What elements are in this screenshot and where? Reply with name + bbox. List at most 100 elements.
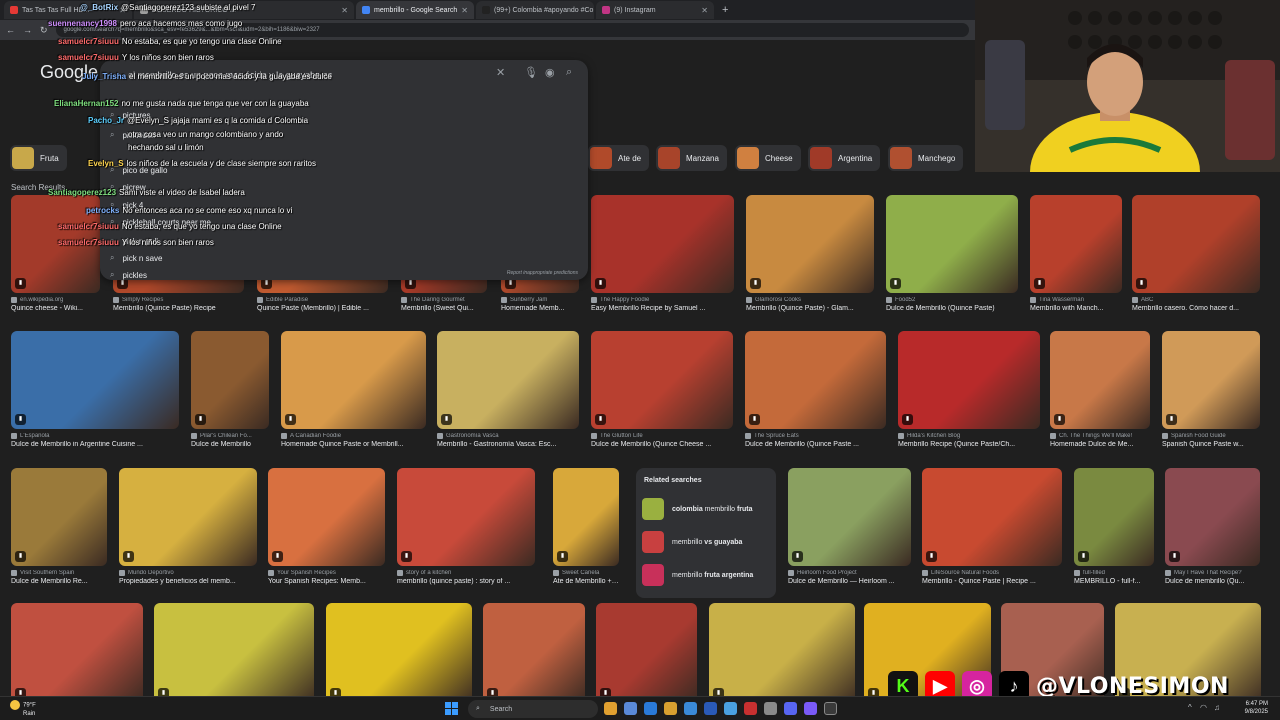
result-title[interactable]: Membrillo (Quince Paste) Recipe (113, 305, 244, 312)
reload-icon[interactable]: ↻ (40, 25, 48, 36)
image-result[interactable]: ▮ Gastronomía Vasca Membrillo - Gastronomí… (437, 331, 579, 448)
result-title[interactable]: Propiedades y beneficios del memb... (119, 578, 257, 585)
camera-icon[interactable]: ◉ (545, 66, 555, 79)
image-result[interactable]: ▮ Sweet Canela Ate de Membrillo + ... (553, 468, 619, 585)
result-thumbnail[interactable]: ▮ (898, 331, 1040, 429)
related-search-item[interactable]: membrillo fruta argentina (642, 564, 753, 586)
result-thumbnail[interactable]: ▮ (1050, 331, 1150, 429)
image-result[interactable]: ▮ A Canadian Foodie Homemade Quince Paste … (281, 331, 426, 448)
result-thumbnail[interactable]: ▮ (11, 603, 143, 696)
image-result[interactable]: ▮ full-filled MEMBRILLO - full-f... (1074, 468, 1154, 585)
image-result[interactable]: ▮ LifeSource Natural Foods Membrillo - Qui… (922, 468, 1062, 585)
image-result[interactable]: ▮ (11, 603, 143, 696)
image-result[interactable]: ▮ May I Have That Recipe? Dulce de membril… (1165, 468, 1260, 585)
result-title[interactable]: Homemade Quince Paste or Membrill... (281, 441, 426, 448)
image-result[interactable]: ▮ Hilda's Kitchen Blog Membrillo Recipe (Q… (898, 331, 1040, 448)
browser-tab[interactable]: membrillo - Google Search ✕ (356, 1, 474, 19)
search-icon[interactable]: ⌕ (566, 66, 572, 79)
new-tab-button[interactable]: + (716, 4, 734, 16)
image-result[interactable]: ▮ Your Spanish Recipes Your Spanish Recipe… (268, 468, 385, 585)
image-result[interactable]: ▮ Visit Southern Spain Dulce de Membrillo … (11, 468, 107, 585)
microphone-icon[interactable]: 🎙 (524, 66, 538, 79)
filter-chip[interactable]: Manzana (656, 145, 727, 171)
result-title[interactable]: Membrillo (Sweet Qui... (401, 305, 487, 312)
result-title[interactable]: Ate de Membrillo + ... (553, 578, 619, 585)
result-thumbnail[interactable]: ▮ (268, 468, 385, 566)
filter-chip[interactable]: Fruta (10, 145, 67, 171)
result-title[interactable]: Dulce de membrillo (Qu... (1165, 578, 1260, 585)
image-result[interactable]: ▮ Pilar's Chilean Fo... Dulce de Membrillo (191, 331, 269, 448)
image-result[interactable]: ▮ Heirloom Food Project Dulce de Membrillo… (788, 468, 911, 585)
result-title[interactable]: Dulce de Membrillo (Quince Paste ... (745, 441, 886, 448)
close-tab-icon[interactable]: ✕ (461, 6, 468, 15)
result-thumbnail[interactable]: ▮ (1165, 468, 1260, 566)
result-thumbnail[interactable]: ▮ (1162, 331, 1260, 429)
result-title[interactable]: Membrillo with Manch... (1030, 305, 1122, 312)
result-thumbnail[interactable]: ▮ (119, 468, 257, 566)
filter-chip[interactable]: Argentina (808, 145, 881, 171)
result-title[interactable]: Your Spanish Recipes: Memb... (268, 578, 385, 585)
image-result[interactable]: ▮ Ch. The Things We'll Make! Homemade Dulc… (1050, 331, 1150, 448)
result-title[interactable]: Dulce de Membrillo Re... (11, 578, 107, 585)
edge-app-icon[interactable] (644, 702, 657, 715)
image-result[interactable]: ▮ L'Española Dulce de Membrillo in Argenti… (11, 331, 179, 448)
obs-app-icon[interactable] (824, 702, 837, 715)
image-result[interactable]: ▮ (709, 603, 855, 696)
filter-chip[interactable]: Ate de (588, 145, 650, 171)
result-thumbnail[interactable]: ▮ (1030, 195, 1122, 293)
result-title[interactable]: Dulce de Membrillo — Heirloom ... (788, 578, 911, 585)
result-thumbnail[interactable]: ▮ (596, 603, 697, 696)
related-search-item[interactable]: colombia membrillo fruta (642, 498, 753, 520)
wifi-icon[interactable]: ◠ (1200, 703, 1207, 712)
image-result[interactable]: ▮ Tina Wasserman Membrillo with Manch... (1030, 195, 1122, 312)
files-app-icon[interactable] (624, 702, 637, 715)
chrome-app-icon[interactable] (604, 702, 617, 715)
image-result[interactable]: ▮ (154, 603, 314, 696)
image-result[interactable]: ▮ (326, 603, 472, 696)
image-result[interactable]: ▮ The Spruce Eats Dulce de Membrillo (Quin… (745, 331, 886, 448)
result-title[interactable]: Membrillo - Gastronomía Vasca: Esc... (437, 441, 579, 448)
image-result[interactable]: ▮ The Glutton Life Dulce de Membrillo (Qui… (591, 331, 733, 448)
result-title[interactable]: Quince cheese - Wiki... (11, 305, 100, 312)
result-title[interactable]: Dulce de Membrillo (Quince Cheese ... (591, 441, 733, 448)
result-thumbnail[interactable]: ▮ (191, 331, 269, 429)
app-icon[interactable] (804, 702, 817, 715)
result-thumbnail[interactable]: ▮ (746, 195, 874, 293)
clear-icon[interactable]: ✕ (496, 66, 505, 79)
result-title[interactable]: Dulce de Membrillo (191, 441, 269, 448)
explorer-app-icon[interactable] (664, 702, 677, 715)
result-thumbnail[interactable]: ▮ (281, 331, 426, 429)
search-box[interactable]: el membrillo es un poco mas ácido y la g… (100, 60, 588, 280)
image-result[interactable]: ▮ story of a kitchen membrillo (quince pas… (397, 468, 535, 585)
result-title[interactable]: Dulce de Membrillo (Quince Paste) (886, 305, 1018, 312)
image-result[interactable]: ▮ (596, 603, 697, 696)
result-title[interactable]: MEMBRILLO - full-f... (1074, 578, 1154, 585)
result-thumbnail[interactable]: ▮ (437, 331, 579, 429)
result-thumbnail[interactable]: ▮ (553, 468, 619, 566)
result-thumbnail[interactable]: ▮ (886, 195, 1018, 293)
store-app-icon[interactable] (704, 702, 717, 715)
result-thumbnail[interactable]: ▮ (1074, 468, 1154, 566)
image-result[interactable]: ▮ Food52 Dulce de Membrillo (Quince Paste) (886, 195, 1018, 312)
result-thumbnail[interactable]: ▮ (709, 603, 855, 696)
result-title[interactable]: Homemade Dulce de Me... (1050, 441, 1150, 448)
close-tab-icon[interactable]: ✕ (701, 6, 708, 15)
back-icon[interactable]: ← (6, 25, 15, 35)
taskbar-search[interactable]: ⌕ Search (468, 700, 598, 718)
volume-icon[interactable]: ♫ (1214, 703, 1220, 712)
result-title[interactable]: Spanish Quince Paste w... (1162, 441, 1260, 448)
result-thumbnail[interactable]: ▮ (11, 331, 179, 429)
result-thumbnail[interactable]: ▮ (326, 603, 472, 696)
result-title[interactable]: Dulce de Membrillo in Argentine Cuisine … (11, 441, 179, 448)
result-thumbnail[interactable]: ▮ (788, 468, 911, 566)
result-thumbnail[interactable]: ▮ (922, 468, 1062, 566)
image-result[interactable]: ▮ Spanish Food Guide Spanish Quince Paste … (1162, 331, 1260, 448)
result-title[interactable]: Membrillo Recipe (Quince Paste/Ch... (898, 441, 1040, 448)
result-thumbnail[interactable]: ▮ (154, 603, 314, 696)
browser-tab[interactable]: (99+) Colombia #apoyando #Co...✕ (476, 1, 594, 19)
image-result[interactable]: ▮ Mundo Deportivo Propiedades y beneficios… (119, 468, 257, 585)
clock[interactable]: 6:47 PM 9/8/2025 (1245, 700, 1268, 716)
close-tab-icon[interactable]: ✕ (341, 6, 348, 15)
result-thumbnail[interactable]: ▮ (397, 468, 535, 566)
weather-widget[interactable]: 79°F Rain (10, 700, 36, 718)
